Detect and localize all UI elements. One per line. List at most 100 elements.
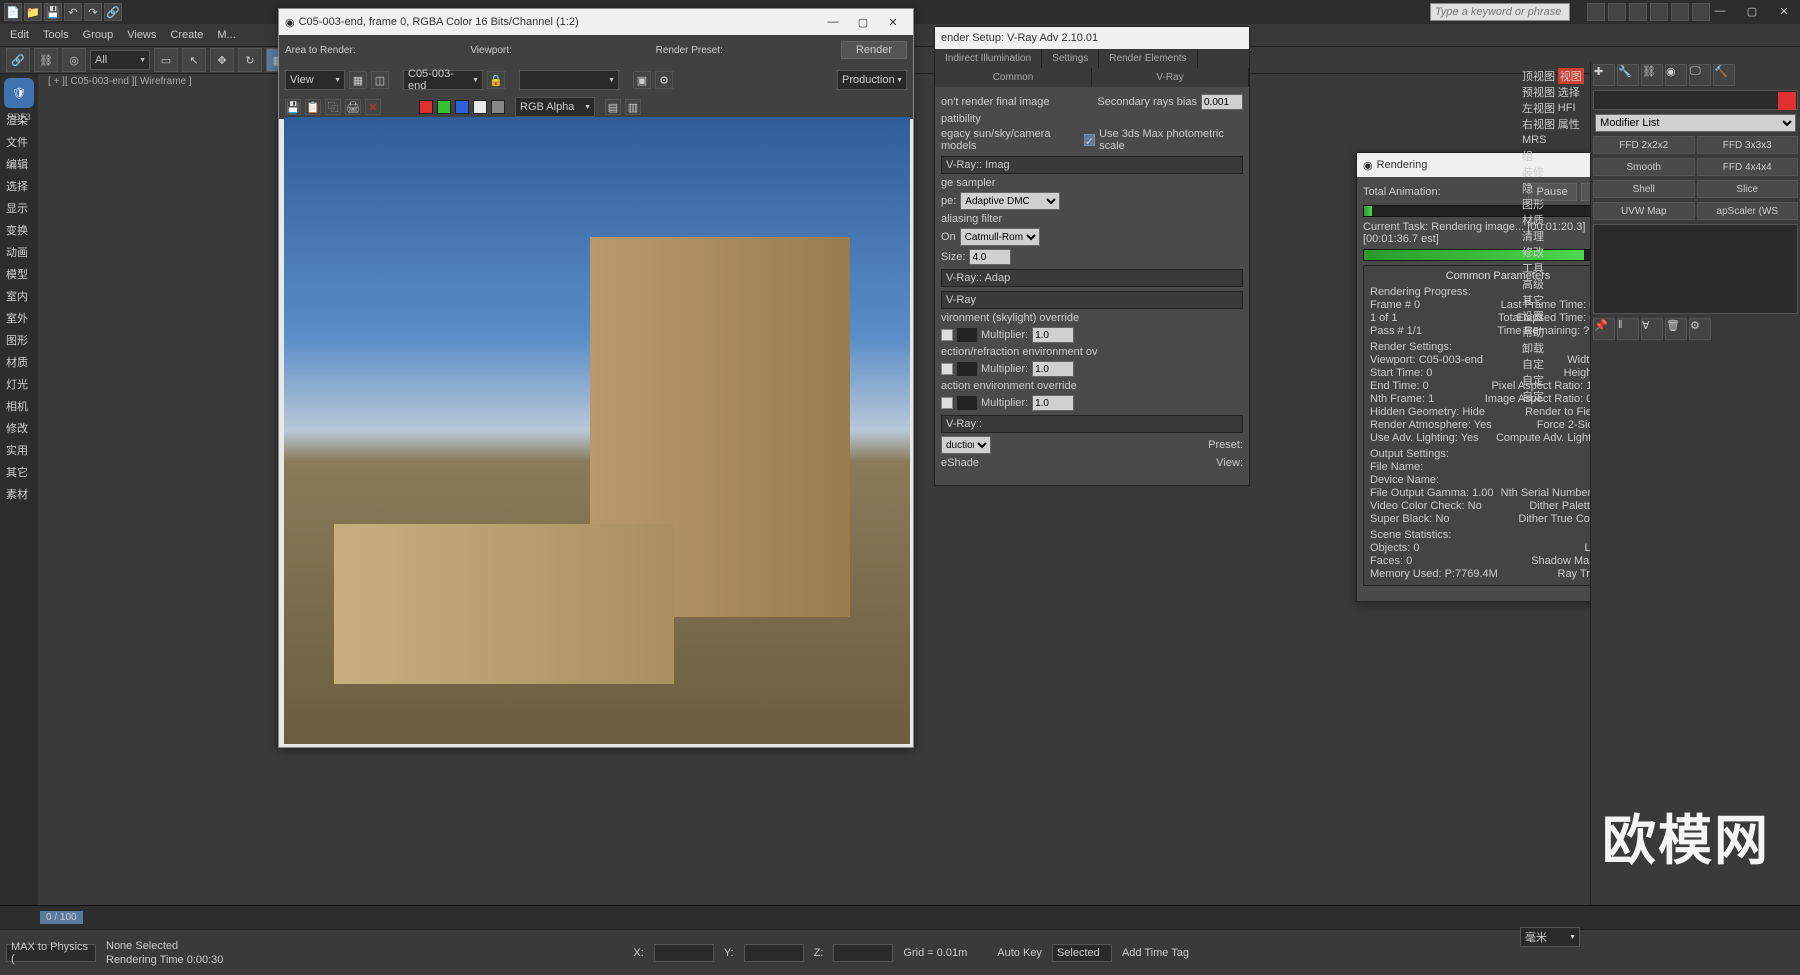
cn-item-exterior[interactable]: 室外 xyxy=(0,308,40,330)
search-input[interactable]: Type a keyword or phrase xyxy=(1430,3,1570,21)
cn-cust1[interactable]: 自定 xyxy=(1518,356,1590,372)
cn-item-material[interactable]: 材质 xyxy=(0,352,40,374)
addtime-label[interactable]: Add Time Tag xyxy=(1122,947,1189,959)
red-channel-icon[interactable] xyxy=(419,100,433,114)
cn-mod2[interactable]: 修改 xyxy=(1518,244,1590,260)
print-icon[interactable]: 🖨 xyxy=(345,99,361,115)
modify-tab-icon[interactable]: 🔧 xyxy=(1617,64,1639,86)
cn-item-file[interactable]: 文件 xyxy=(0,132,40,154)
cn-item-camera[interactable]: 相机 xyxy=(0,396,40,418)
duction-dropdown[interactable]: duction xyxy=(941,436,991,454)
action-checkbox[interactable] xyxy=(941,397,953,409)
tab-common[interactable]: Common xyxy=(935,68,1092,87)
cn-item-light[interactable]: 灯光 xyxy=(0,374,40,396)
link-icon[interactable]: 🔗 xyxy=(104,3,122,21)
x-input[interactable] xyxy=(654,944,714,962)
skylight-checkbox[interactable] xyxy=(941,329,953,341)
cn-item-render[interactable]: 渲染 xyxy=(0,110,40,132)
ffd4-btn[interactable]: FFD 4x4x4 xyxy=(1697,158,1799,176)
cn-mrs[interactable]: MRS xyxy=(1518,132,1590,148)
section-vray-env[interactable]: V-Ray xyxy=(941,291,1243,309)
unlink-tool-icon[interactable]: ⛓ xyxy=(34,48,58,72)
blue-channel-icon[interactable] xyxy=(455,100,469,114)
cn-pre-view[interactable]: 预视图 选择 xyxy=(1518,84,1590,100)
tab-elements[interactable]: Render Elements xyxy=(1099,49,1197,68)
green-channel-icon[interactable] xyxy=(437,100,451,114)
viewport-label[interactable]: [ + ][ C05-003-end ][ Wireframe ] xyxy=(48,76,192,87)
clone-icon[interactable]: ⿻ xyxy=(325,99,341,115)
rdf3-badge[interactable]: 🛡 xyxy=(4,78,34,108)
slice-btn[interactable]: Slice xyxy=(1697,180,1799,198)
menu-group[interactable]: Group xyxy=(83,29,114,41)
smooth-btn[interactable]: Smooth xyxy=(1593,158,1695,176)
ffd2-btn[interactable]: FFD 2x2x2 xyxy=(1593,136,1695,154)
cn-other2[interactable]: 其它 xyxy=(1518,292,1590,308)
toggle2-icon[interactable]: ▥ xyxy=(625,99,641,115)
filter-dropdown[interactable]: All xyxy=(90,50,150,70)
cn-set2[interactable]: 设置 xyxy=(1518,308,1590,324)
cn-hide[interactable]: 隐 xyxy=(1518,180,1590,196)
cn-item-interior[interactable]: 室内 xyxy=(0,286,40,308)
menu-create[interactable]: Create xyxy=(170,29,203,41)
rw-min-btn[interactable]: — xyxy=(819,12,847,32)
selected-dropdown[interactable]: Selected xyxy=(1052,944,1112,962)
tool-icon-3[interactable] xyxy=(1629,3,1647,21)
remove-mod-icon[interactable]: 🗑 xyxy=(1665,318,1687,340)
maximize-btn[interactable]: ▢ xyxy=(1736,0,1768,22)
utilities-tab-icon[interactable]: 🔨 xyxy=(1713,64,1735,86)
toggle1-icon[interactable]: ▤ xyxy=(605,99,621,115)
cn-shape2[interactable]: 图形 xyxy=(1518,196,1590,212)
rw-close-btn[interactable]: ✕ xyxy=(879,12,907,32)
tab-vray[interactable]: V-Ray xyxy=(1092,68,1249,87)
cn-right-view[interactable]: 右视图 属性 xyxy=(1518,116,1590,132)
maxscript-field[interactable]: MAX to Physics ( xyxy=(6,944,96,962)
cn-cust3[interactable]: 自定 xyxy=(1518,388,1590,404)
cursor-tool-icon[interactable]: ↖ xyxy=(182,48,206,72)
motion-tab-icon[interactable]: ◉ xyxy=(1665,64,1687,86)
make-unique-icon[interactable]: ∀ xyxy=(1641,318,1663,340)
menu-edit[interactable]: Edit xyxy=(10,29,29,41)
cn-item-edit[interactable]: 编辑 xyxy=(0,154,40,176)
object-color-swatch[interactable] xyxy=(1778,92,1796,110)
select-tool-icon[interactable]: ▭ xyxy=(154,48,178,72)
skylight-color[interactable] xyxy=(957,328,977,342)
render-setup-title[interactable]: ender Setup: V-Ray Adv 2.10.01 xyxy=(935,27,1249,49)
undo-icon[interactable]: ↶ xyxy=(64,3,82,21)
render-window-titlebar[interactable]: ◉ C05-003-end, frame 0, RGBA Color 16 Bi… xyxy=(279,9,913,35)
cn-item-utility[interactable]: 实用 xyxy=(0,440,40,462)
timeline[interactable]: 0 / 100 xyxy=(0,905,1800,929)
tool-icon-5[interactable] xyxy=(1671,3,1689,21)
rgba-dropdown[interactable]: RGB Alpha xyxy=(515,97,595,117)
cn-item-other[interactable]: 其它 xyxy=(0,462,40,484)
cn-item-anim[interactable]: 动画 xyxy=(0,242,40,264)
cn-item-model[interactable]: 模型 xyxy=(0,264,40,286)
settings-icon[interactable]: ⚙ xyxy=(655,71,673,89)
save-icon[interactable]: 💾 xyxy=(44,3,62,21)
secondary-bias-input[interactable] xyxy=(1201,94,1243,110)
cn-item-modify[interactable]: 修改 xyxy=(0,418,40,440)
save-img-icon[interactable]: 💾 xyxy=(285,99,301,115)
tool-icon-2[interactable] xyxy=(1608,3,1626,21)
viewport-dropdown[interactable]: C05-003-end xyxy=(403,70,483,90)
create-tab-icon[interactable]: ✚ xyxy=(1593,64,1615,86)
link-tool-icon[interactable]: 🔗 xyxy=(6,48,30,72)
cn-item-asset[interactable]: 素材 xyxy=(0,484,40,506)
copy-img-icon[interactable]: 📋 xyxy=(305,99,321,115)
refr-checkbox[interactable] xyxy=(941,363,953,375)
cn-group[interactable]: 组 xyxy=(1518,148,1590,164)
tool-icon-4[interactable] xyxy=(1650,3,1668,21)
cn-adv2[interactable]: 高级 xyxy=(1518,276,1590,292)
area-dropdown[interactable]: View xyxy=(285,70,345,90)
production-dropdown[interactable]: Production xyxy=(837,70,907,90)
cn-left-view[interactable]: 左视图 HFI xyxy=(1518,100,1590,116)
pin-stack-icon[interactable]: 📌 xyxy=(1593,318,1615,340)
menu-tools[interactable]: Tools xyxy=(43,29,69,41)
tab-settings[interactable]: Settings xyxy=(1042,49,1099,68)
modifier-list-dropdown[interactable]: Modifier List xyxy=(1595,114,1796,132)
tab-indirect[interactable]: Indirect Illumination xyxy=(935,49,1042,68)
mult3-input[interactable] xyxy=(1032,395,1074,411)
y-input[interactable] xyxy=(744,944,804,962)
menu-more[interactable]: M... xyxy=(217,29,235,41)
section-adaptive[interactable]: V-Ray:: Adap xyxy=(941,269,1243,287)
uvw-btn[interactable]: UVW Map xyxy=(1593,202,1695,220)
